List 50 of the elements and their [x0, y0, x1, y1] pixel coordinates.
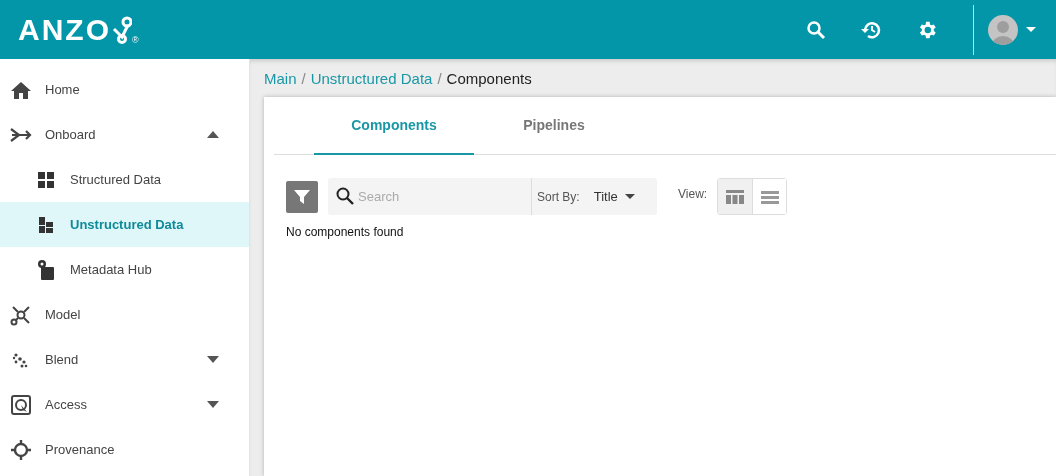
avatar-icon — [988, 14, 1018, 45]
nav-label: Provenance — [45, 442, 116, 457]
nav-item[interactable]: Onboard — [0, 112, 249, 157]
history-icon[interactable] — [860, 19, 882, 40]
caret-icon — [1026, 26, 1036, 33]
nav-label: Access — [45, 397, 88, 412]
sort-dropdown[interactable]: Title — [593, 189, 635, 204]
nav-item[interactable]: Model — [0, 292, 249, 337]
search-icon[interactable] — [806, 19, 826, 40]
nav-label: Home — [45, 82, 81, 97]
list-icon — [760, 188, 779, 205]
nav-label: Blend — [45, 352, 80, 367]
tab[interactable]: Pipelines — [474, 97, 634, 155]
filter-button[interactable] — [286, 180, 318, 213]
nav-label: Model — [45, 307, 82, 322]
caret-icon — [624, 193, 635, 200]
empty-message: No components found — [286, 225, 405, 239]
caret-icon — [207, 356, 219, 363]
filter-icon — [294, 188, 310, 205]
nav-item[interactable]: Home — [0, 67, 249, 112]
breadcrumb-separator: / — [437, 69, 442, 87]
nav-subitem[interactable]: Structured Data — [0, 157, 249, 202]
nav-subitem[interactable]: Metadata Hub — [0, 247, 249, 292]
model-icon — [10, 303, 32, 326]
user-menu[interactable] — [988, 14, 1036, 45]
nav-label: Metadata Hub — [70, 262, 153, 277]
nav-item[interactable]: Blend — [0, 337, 249, 382]
nav-label: Unstructured Data — [70, 217, 185, 232]
nav-subitem[interactable]: Unstructured Data — [0, 202, 249, 247]
logo-text: ANZO — [18, 14, 111, 45]
breadcrumb-current: Components — [446, 69, 532, 87]
logo-node-icon — [112, 14, 132, 45]
list-view-button[interactable] — [752, 179, 787, 214]
breadcrumb-separator: / — [301, 69, 306, 87]
search-icon — [335, 186, 355, 206]
crosshair-icon — [10, 438, 32, 461]
nav-item[interactable]: Provenance — [0, 427, 249, 472]
view-label: View: — [678, 187, 708, 201]
nav-label: Structured Data — [70, 172, 163, 187]
grid-view-button[interactable] — [718, 179, 753, 214]
caret-icon — [207, 131, 219, 138]
columns-icon — [726, 188, 745, 205]
caret-icon — [207, 401, 219, 408]
nav-item[interactable]: Access — [0, 382, 249, 427]
hub-icon — [37, 258, 55, 281]
search-field[interactable]: Search — [328, 178, 532, 215]
registered-mark: ® — [132, 34, 139, 45]
nav-label: Onboard — [45, 127, 97, 142]
access-icon — [10, 393, 32, 416]
sort-label: Sort By: — [537, 189, 580, 204]
